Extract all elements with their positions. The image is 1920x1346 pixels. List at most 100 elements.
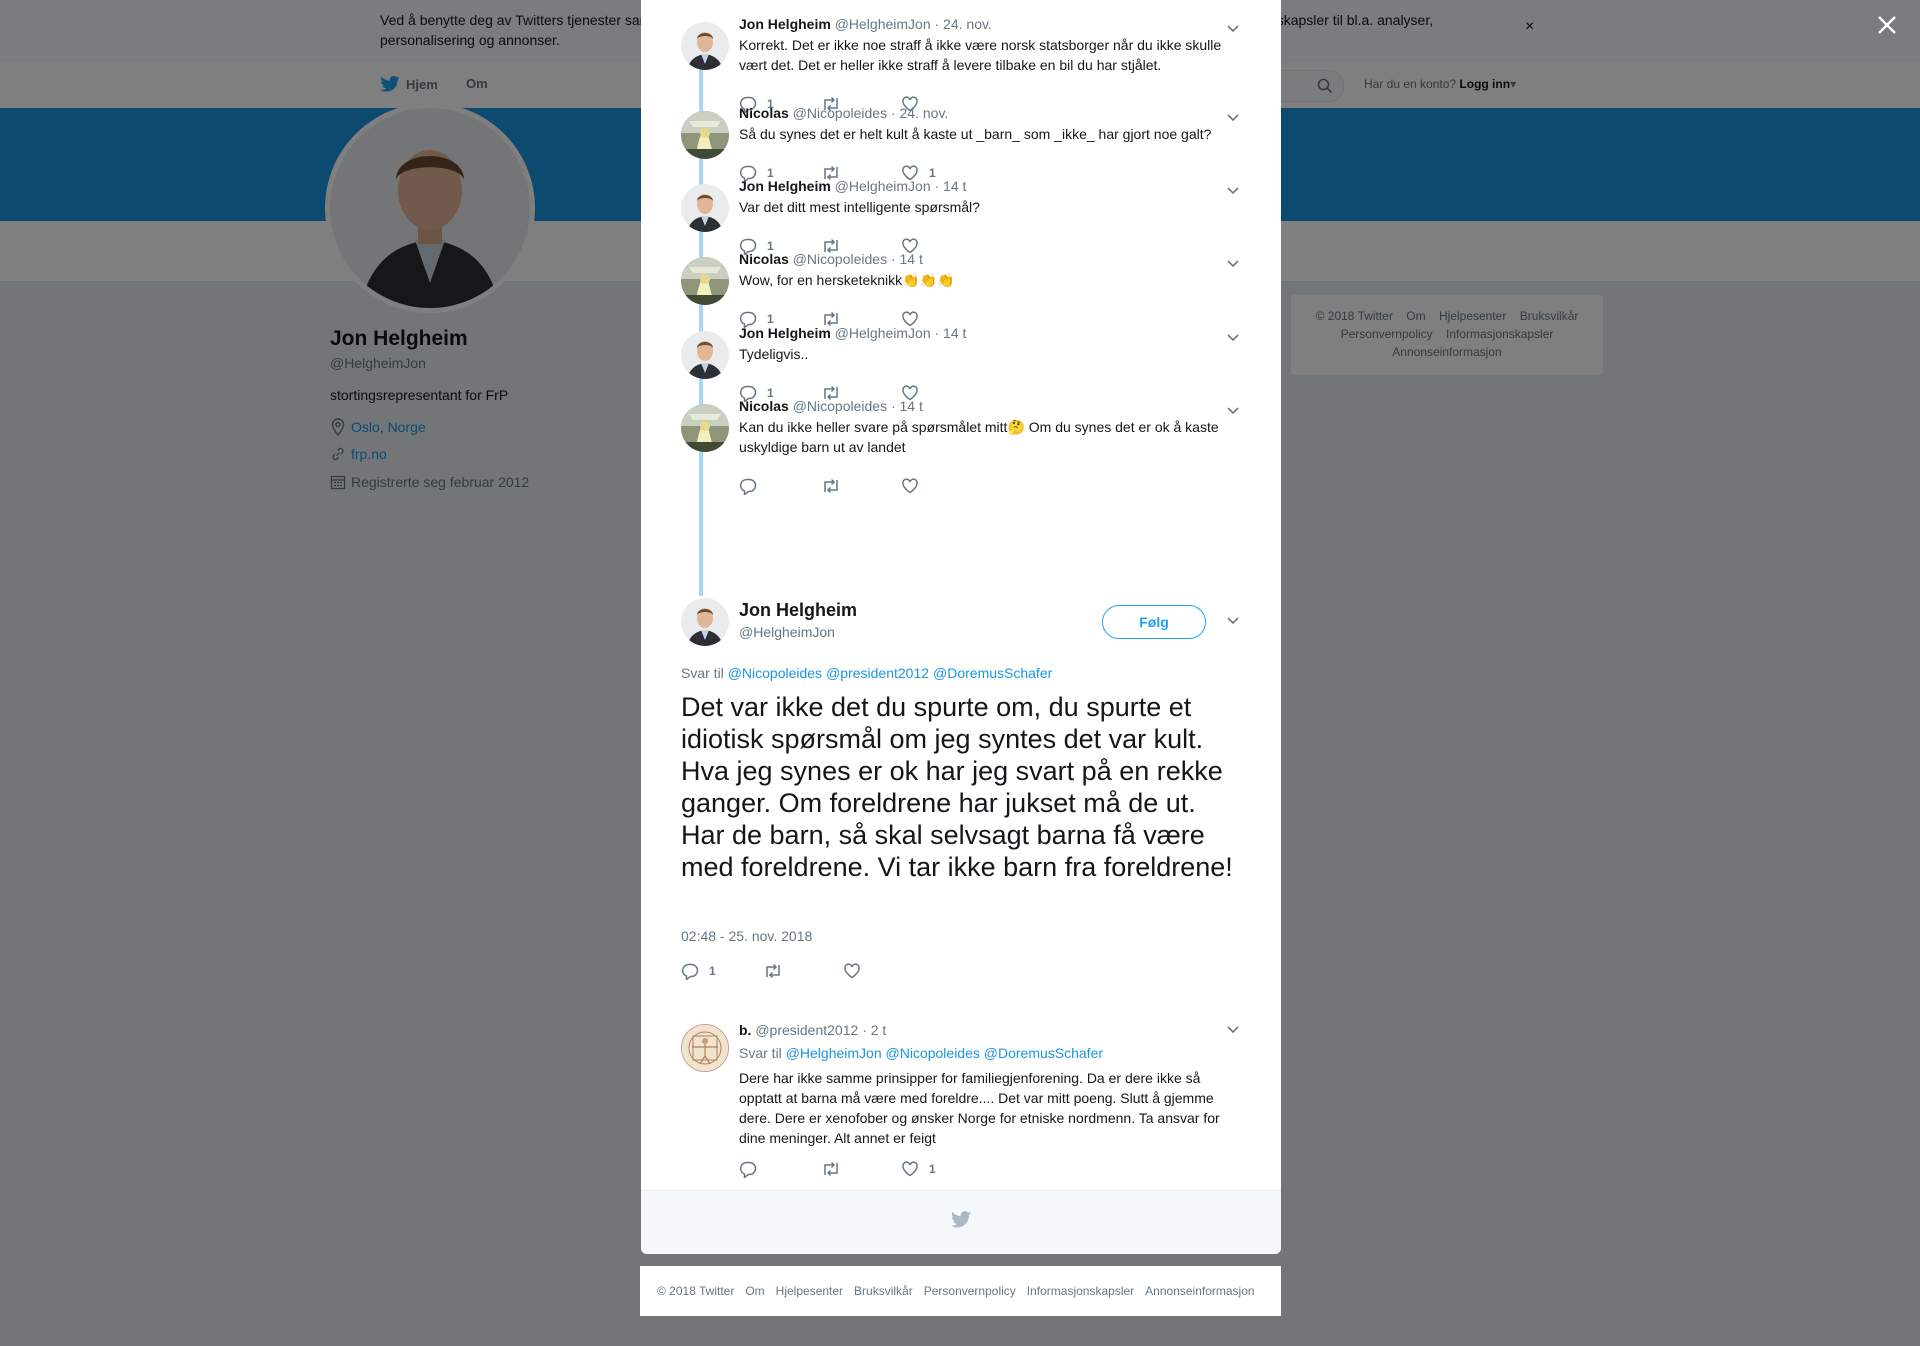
main-tweet-actions: 1 <box>681 962 981 982</box>
tweet-text: Var det ditt mest intelligente spørsmål? <box>739 199 980 215</box>
tweet-author-name[interactable]: Nicolas <box>739 251 789 267</box>
tweet-avatar[interactable] <box>681 257 729 305</box>
tweet-time[interactable]: · 14 t <box>935 325 967 341</box>
tweet-header: Nicolas @Nicopoleides · 14 t <box>739 251 923 267</box>
like-icon <box>902 478 918 494</box>
tweet-author-name[interactable]: Nicolas <box>739 398 789 414</box>
tweet-header: Nicolas @Nicopoleides · 14 t <box>739 398 923 414</box>
reply-tweet-header: b. @president2012 · 2 t <box>739 1022 886 1038</box>
chevron-down-icon[interactable] <box>1227 114 1239 122</box>
reply-to-label: Svar til <box>681 665 724 681</box>
tweet-text: Kan du ikke heller svare på spørsmålet m… <box>739 419 1219 455</box>
retweet-icon <box>824 1161 838 1177</box>
reply-to-label: Svar til <box>739 1045 782 1061</box>
tweet-author-name[interactable]: Jon Helgheim <box>739 16 831 32</box>
tweet-time[interactable]: · 24. nov. <box>935 16 992 32</box>
tweet-author-handle[interactable]: @Nicopoleides <box>793 105 887 121</box>
tweet-time[interactable]: · 24. nov. <box>891 105 948 121</box>
reply-icon <box>739 1161 757 1178</box>
footer-link[interactable]: Hjelpesenter <box>776 1284 843 1298</box>
reply-button[interactable]: 1 <box>681 962 716 980</box>
like-button[interactable] <box>843 962 861 980</box>
reply-button[interactable] <box>739 1160 757 1178</box>
like-icon <box>902 1161 918 1177</box>
mention-link[interactable]: @DoremusSchafer <box>933 665 1052 681</box>
tweet-text: Tydeligvis.. <box>739 346 809 362</box>
footer-link[interactable]: Personvernpolicy <box>924 1284 1016 1298</box>
tweet-author-handle[interactable]: @HelgheimJon <box>835 16 931 32</box>
tweet-header: Nicolas @Nicopoleides · 24. nov. <box>739 105 948 121</box>
mention-link[interactable]: @Nicopoleides <box>728 665 822 681</box>
chevron-down-icon[interactable] <box>1227 260 1239 268</box>
tweet-author-handle[interactable]: @HelgheimJon <box>835 178 931 194</box>
chevron-down-icon[interactable] <box>1227 187 1239 195</box>
tweet-time[interactable]: · 2 t <box>862 1022 886 1038</box>
modal-bottom-bar <box>641 1190 1281 1254</box>
mention-link[interactable]: @president2012 <box>826 665 929 681</box>
like-icon <box>844 963 860 979</box>
follow-button[interactable]: Følg <box>1102 605 1206 639</box>
footer-link[interactable]: Informasjonskapsler <box>1027 1284 1134 1298</box>
main-tweet-author-handle[interactable]: @HelgheimJon <box>739 624 835 640</box>
reply-to-line: Svar til @Nicopoleides @president2012 @Dor… <box>681 665 1056 681</box>
reply-to-line: Svar til @HelgheimJon @Nicopoleides @Dor… <box>739 1045 1103 1061</box>
footer-link[interactable]: Bruksvilkår <box>854 1284 913 1298</box>
main-tweet-avatar[interactable] <box>681 598 729 646</box>
tweet-author-name[interactable]: b. <box>739 1022 751 1038</box>
like-count: 1 <box>929 1162 936 1176</box>
twitter-bird-icon <box>951 1211 971 1228</box>
tweet-author-handle[interactable]: @Nicopoleides <box>793 251 887 267</box>
tweet-author-handle[interactable]: @president2012 <box>755 1022 858 1038</box>
chevron-down-icon[interactable] <box>1227 617 1239 625</box>
tweet-header: Jon Helgheim @HelgheimJon · 24. nov. <box>739 16 992 32</box>
page-footer: © 2018 Twitter Om Hjelpesenter Bruksvilk… <box>640 1266 1281 1316</box>
tweet-avatar[interactable] <box>681 111 729 159</box>
tweet-author-handle[interactable]: @Nicopoleides <box>793 398 887 414</box>
retweet-button[interactable] <box>763 962 783 980</box>
mention-link[interactable]: @DoremusSchafer <box>984 1045 1103 1061</box>
reply-icon <box>739 478 757 495</box>
reply-button[interactable] <box>739 477 767 495</box>
like-button[interactable] <box>901 477 929 495</box>
tweet-author-name[interactable]: Nicolas <box>739 105 789 121</box>
like-button[interactable]: 1 <box>901 1160 936 1178</box>
tweet-header: Jon Helgheim @HelgheimJon · 14 t <box>739 325 966 341</box>
retweet-button[interactable] <box>821 477 841 495</box>
close-icon[interactable] <box>1876 14 1898 36</box>
mention-link[interactable]: @HelgheimJon <box>786 1045 882 1061</box>
tweet-time[interactable]: · 14 t <box>935 178 967 194</box>
retweet-button[interactable] <box>821 1160 841 1178</box>
tweet-avatar[interactable] <box>681 22 729 70</box>
chevron-down-icon[interactable] <box>1227 407 1239 415</box>
chevron-down-icon[interactable] <box>1227 25 1239 33</box>
footer-link[interactable]: Om <box>745 1284 764 1298</box>
reply-count: 1 <box>767 312 774 326</box>
main-tweet-author-name[interactable]: Jon Helgheim <box>739 600 857 621</box>
tweet-author-name[interactable]: Jon Helgheim <box>739 325 831 341</box>
mention-link[interactable]: @Nicopoleides <box>886 1045 980 1061</box>
chevron-down-icon[interactable] <box>1227 334 1239 342</box>
tweet-header: Jon Helgheim @HelgheimJon · 14 t <box>739 178 966 194</box>
tweet-text: Wow, for en hersketeknikk👏👏👏 <box>739 272 955 288</box>
tweet-text: Så du synes det er helt kult å kaste ut … <box>739 126 1212 142</box>
tweet-avatar[interactable] <box>681 331 729 379</box>
tweet-avatar[interactable] <box>681 404 729 452</box>
main-tweet-date[interactable]: 02:48 - 25. nov. 2018 <box>681 928 812 944</box>
tweet-actions <box>739 477 1039 497</box>
reply-tweet-avatar[interactable] <box>681 1024 729 1072</box>
footer-link[interactable]: Annonseinformasjon <box>1145 1284 1254 1298</box>
retweet-icon <box>824 478 838 494</box>
tweet-author-handle[interactable]: @HelgheimJon <box>835 325 931 341</box>
reply-count: 1 <box>709 964 716 978</box>
retweet-icon <box>766 963 780 979</box>
chevron-down-icon[interactable] <box>1227 1026 1239 1034</box>
tweet-time[interactable]: · 14 t <box>891 251 923 267</box>
main-tweet-text: Det var ikke det du spurte om, du spurte… <box>681 692 1233 882</box>
tweet-avatar[interactable] <box>681 184 729 232</box>
tweet-text: Korrekt. Det er ikke noe straff å ikke v… <box>739 37 1222 73</box>
tweet-author-name[interactable]: Jon Helgheim <box>739 178 831 194</box>
tweet-time[interactable]: · 14 t <box>891 398 923 414</box>
footer-copyright: © 2018 Twitter <box>657 1284 735 1298</box>
tweet-text: Dere har ikke samme prinsipper for famil… <box>739 1070 1220 1146</box>
tweet-actions: 1 <box>739 1160 1039 1180</box>
